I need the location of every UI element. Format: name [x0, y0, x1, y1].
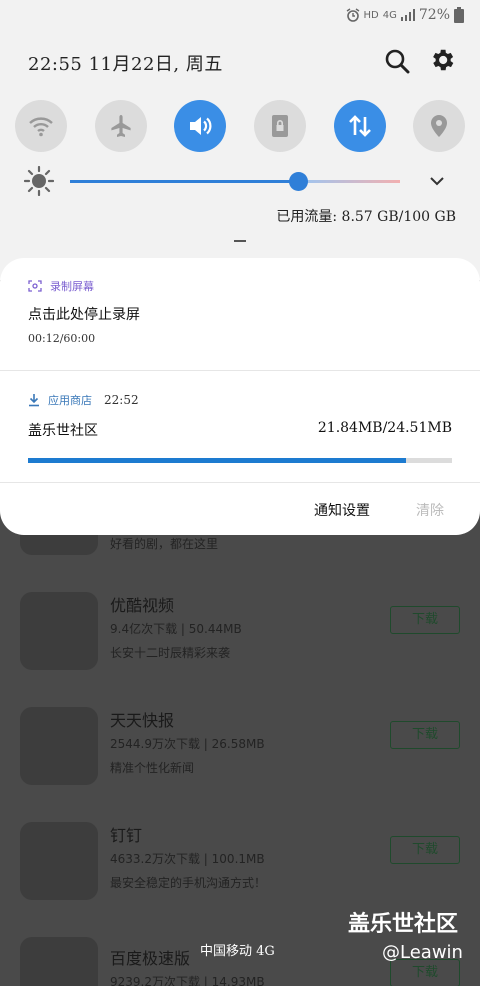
battery-icon	[454, 7, 464, 23]
hd-label: HD	[363, 9, 379, 21]
wifi-icon	[29, 117, 53, 137]
notification-app-name: 应用商店	[48, 394, 92, 407]
download-icon	[29, 394, 39, 407]
drag-handle[interactable]	[234, 240, 246, 242]
watermark-user: @Leawin	[382, 942, 463, 963]
download-progress-fill	[28, 458, 406, 463]
chevron-down-icon[interactable]	[428, 172, 446, 190]
app-name: 钉钉	[110, 826, 143, 845]
app-list-item[interactable]: 天天快报 2544.9万次下载 | 26.58MB 精准个性化新闻 下载	[20, 707, 465, 787]
rotation-lock-toggle[interactable]	[254, 100, 306, 152]
brightness-icon	[24, 166, 54, 196]
app-description: 好看的剧，都在这里	[110, 537, 219, 551]
location-toggle[interactable]	[413, 100, 465, 152]
data-usage-label: 已用流量: 8.57 GB/100 GB	[276, 209, 456, 225]
wifi-toggle[interactable]	[15, 100, 67, 152]
watermark-title: 盖乐世社区	[348, 912, 459, 937]
notification-app-header: 应用商店 22:52	[28, 392, 452, 408]
app-icon	[20, 707, 98, 785]
rotation-lock-icon	[272, 115, 288, 137]
divider	[0, 482, 480, 483]
app-icon	[20, 592, 98, 670]
notification-title: 点击此处停止录屏	[28, 307, 140, 323]
app-download-count: 9.4亿次下载 | 50.44MB	[110, 622, 242, 636]
app-download-count: 9239.2万次下载 | 14.93MB	[110, 975, 265, 986]
notification-settings-button[interactable]: 通知设置	[314, 500, 370, 520]
location-pin-icon	[431, 115, 447, 137]
divider	[0, 370, 480, 371]
brightness-thumb[interactable]	[289, 172, 308, 191]
screen-record-icon	[28, 280, 42, 292]
download-button[interactable]: 下载	[390, 836, 460, 864]
recording-elapsed: 00:12/60:00	[28, 332, 96, 345]
app-download-count: 4633.2万次下载 | 100.1MB	[110, 852, 265, 866]
network-type-label: 4G	[382, 9, 397, 21]
brightness-track-tail	[298, 180, 400, 183]
app-name: 百度极速版	[110, 949, 191, 968]
app-icon	[20, 822, 98, 900]
screen-recording-notification[interactable]: 录制屏幕 点击此处停止录屏 00:12/60:00	[28, 278, 458, 345]
airplane-icon	[111, 115, 131, 137]
brightness-slider[interactable]	[70, 172, 400, 191]
notification-time: 22:52	[104, 393, 139, 407]
app-icon	[20, 535, 98, 555]
notification-app-header: 录制屏幕	[28, 278, 458, 294]
app-name: 优酷视频	[110, 596, 175, 615]
speaker-icon	[190, 117, 212, 135]
app-list-item[interactable]: 优酷视频 9.4亿次下载 | 50.44MB 长安十二时辰精彩来袭 下载	[20, 592, 465, 672]
date-time: 22:55 11月22日, 周五	[28, 54, 223, 75]
gear-icon[interactable]	[428, 46, 456, 74]
notification-shade: HD 4G 72% 22:55 11月22日, 周五 已用流量: 8.57 GB…	[0, 0, 480, 280]
app-icon	[20, 937, 98, 986]
app-name: 天天快报	[110, 711, 175, 730]
sound-toggle[interactable]	[174, 100, 226, 152]
brightness-fill	[70, 180, 298, 183]
notification-title: 盖乐世社区	[28, 423, 98, 439]
notification-card: 录制屏幕 点击此处停止录屏 00:12/60:00 应用商店 22:52 盖乐世…	[0, 258, 480, 535]
signal-icon	[400, 9, 415, 21]
carrier-label: 中国移动 4G	[200, 944, 275, 959]
data-arrows-icon	[349, 115, 371, 137]
download-button[interactable]: 下载	[390, 959, 460, 986]
app-description: 精准个性化新闻	[110, 761, 195, 775]
search-icon[interactable]	[384, 48, 410, 74]
app-description: 最安全稳定的手机沟通方式！	[110, 876, 267, 890]
download-button[interactable]: 下载	[390, 721, 460, 749]
download-button[interactable]: 下载	[390, 606, 460, 634]
download-notification[interactable]: 应用商店 22:52 盖乐世社区 21.84MB/24.51MB	[28, 392, 452, 463]
app-download-count: 2544.9万次下载 | 26.58MB	[110, 737, 265, 751]
battery-percent: 72%	[418, 7, 450, 23]
app-description: 长安十二时辰精彩来袭	[110, 646, 231, 660]
clear-button[interactable]: 清除	[416, 500, 444, 520]
airplane-mode-toggle[interactable]	[95, 100, 147, 152]
download-progress-bar	[28, 458, 452, 463]
notification-app-name: 录制屏幕	[50, 280, 94, 293]
app-list-item[interactable]: 钉钉 4633.2万次下载 | 100.1MB 最安全稳定的手机沟通方式！ 下载	[20, 822, 465, 902]
mobile-data-toggle[interactable]	[334, 100, 386, 152]
alarm-clock-icon	[346, 8, 359, 22]
download-size: 21.84MB/24.51MB	[317, 420, 452, 436]
app-list-item-partial[interactable]: 好看的剧，都在这里	[20, 535, 465, 565]
status-bar: HD 4G 72%	[346, 5, 464, 25]
